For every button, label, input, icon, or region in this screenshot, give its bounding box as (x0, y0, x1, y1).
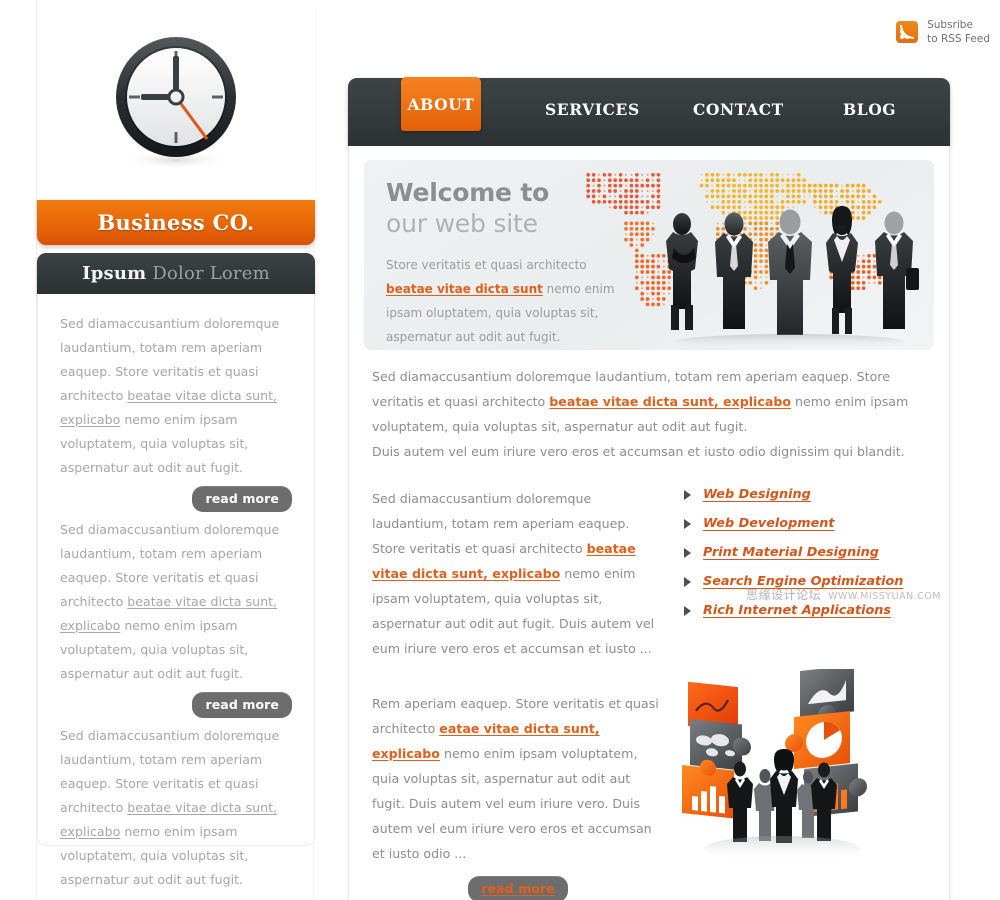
sidebar-block: Sed diamaccusantium doloremque laudantiu… (38, 512, 314, 686)
logo-card (37, 0, 315, 212)
analog-clock-icon (108, 34, 244, 170)
bottom-text-column: Rem aperiam eaquep. Store veritatis et q… (372, 691, 664, 900)
nav-item-blog[interactable]: BLOG (843, 100, 896, 119)
sidebar-paragraph: Sed diamaccusantium doloremque laudantiu… (60, 724, 292, 892)
brand-name-bar: Business CO. (37, 200, 315, 245)
intro-paragraph: Sed diamaccusantium doloremque laudantiu… (372, 364, 926, 439)
rss-label-line2: to RSS Feed (927, 32, 990, 46)
triangle-bullet-icon (684, 577, 691, 587)
hero-title-line1: Welcome to (386, 178, 636, 208)
brand-name: Business CO. (97, 210, 254, 235)
hero-banner: Welcome to our web site Store veritatis … (364, 160, 934, 350)
sidebar-heading-bold: Ipsum (82, 263, 146, 284)
triangle-bullet-icon (684, 548, 691, 558)
triangle-bullet-icon (684, 606, 691, 616)
mid-text-column: Sed diamaccusantium doloremque laudantiu… (372, 486, 664, 661)
sidebar-body: Sed diamaccusantium doloremque laudantiu… (37, 294, 315, 846)
intro-link[interactable]: beatae vitae dicta sunt, explicabo (549, 394, 791, 409)
hero-copy: Welcome to our web site Store veritatis … (386, 178, 636, 349)
content-area: Welcome to our web site Store veritatis … (348, 146, 950, 900)
service-list-item[interactable]: Web Development (684, 516, 926, 531)
intro-paragraph-2: Duis autem vel eum iriure vero eros et a… (372, 439, 926, 464)
main-panel: ABOUT SERVICES CONTACT BLOG Welcome to o… (348, 78, 950, 900)
sidebar-heading: Ipsum Dolor Lorem (37, 253, 315, 294)
watermark-cn: 思缘设计论坛 (746, 588, 821, 602)
rss-subscribe[interactable]: Subsribe to RSS Feed (896, 18, 990, 46)
rss-label: Subsribe to RSS Feed (927, 18, 990, 46)
sidebar-paragraph: Sed diamaccusantium doloremque laudantiu… (60, 518, 292, 686)
hero-title-line2: our web site (386, 208, 636, 239)
sidebar-block: Sed diamaccusantium doloremque laudantiu… (38, 718, 314, 892)
service-link[interactable]: Web Development (703, 516, 835, 531)
puzzle-pieces-icon (672, 669, 902, 884)
service-link[interactable]: Web Designing (703, 487, 811, 502)
watermark: 思缘设计论坛 WWW.MISSYUAN.COM (746, 586, 941, 603)
mid-paragraph: Sed diamaccusantium doloremque laudantiu… (372, 486, 664, 661)
sidebar-read-more-wrap: read more (38, 686, 314, 718)
service-list-item[interactable]: Rich Internet Applications (684, 603, 926, 618)
nav-item-services[interactable]: SERVICES (545, 100, 640, 119)
top-navigation: ABOUT SERVICES CONTACT BLOG (348, 78, 950, 146)
read-more-button[interactable]: read more (468, 876, 568, 900)
hero-text-before: Store veritatis et quasi architecto (386, 258, 587, 272)
nav-item-about[interactable]: ABOUT (401, 77, 481, 131)
read-more-button[interactable]: read more (192, 692, 292, 718)
sidebar-block: Sed diamaccusantium doloremque laudantiu… (38, 294, 314, 480)
sidebar-read-more-wrap: read more (38, 480, 314, 512)
bottom-section: Rem aperiam eaquep. Store veritatis et q… (364, 661, 934, 900)
nav-item-contact[interactable]: CONTACT (693, 100, 784, 119)
services-column: Web Designing Web Development Print Materi… (664, 486, 926, 661)
page-root: Subsribe to RSS Feed Business CO. Ipsum … (0, 0, 1000, 900)
rss-label-line1: Subsribe (927, 18, 990, 32)
service-link[interactable]: Rich Internet Applications (703, 603, 891, 618)
sidebar-heading-light: Dolor Lorem (146, 263, 269, 284)
hero-paragraph: Store veritatis et quasi architecto beat… (386, 253, 636, 349)
sidebar: Business CO. Ipsum Dolor Lorem Sed diama… (36, 0, 314, 900)
business-people-silhouette-icon (660, 200, 920, 350)
intro-section: Sed diamaccusantium doloremque laudantiu… (364, 350, 934, 464)
bottom-paragraph: Rem aperiam eaquep. Store veritatis et q… (372, 691, 664, 866)
service-link[interactable]: Print Material Designing (703, 545, 879, 560)
service-list-item[interactable]: Web Designing (684, 487, 926, 502)
service-list-item[interactable]: Print Material Designing (684, 545, 926, 560)
mid-section: Sed diamaccusantium doloremque laudantiu… (364, 464, 934, 661)
sidebar-paragraph: Sed diamaccusantium doloremque laudantiu… (60, 312, 292, 480)
hero-link[interactable]: beatae vitae dicta sunt (386, 282, 543, 296)
rss-feed-icon[interactable] (896, 21, 918, 43)
bottom-text-after: nemo enim ipsam voluptatem, quia volupta… (372, 746, 652, 861)
read-more-button[interactable]: read more (192, 486, 292, 512)
bottom-graphic-column (664, 691, 926, 900)
watermark-en: WWW.MISSYUAN.COM (828, 591, 941, 602)
triangle-bullet-icon (684, 519, 691, 529)
triangle-bullet-icon (684, 490, 691, 500)
